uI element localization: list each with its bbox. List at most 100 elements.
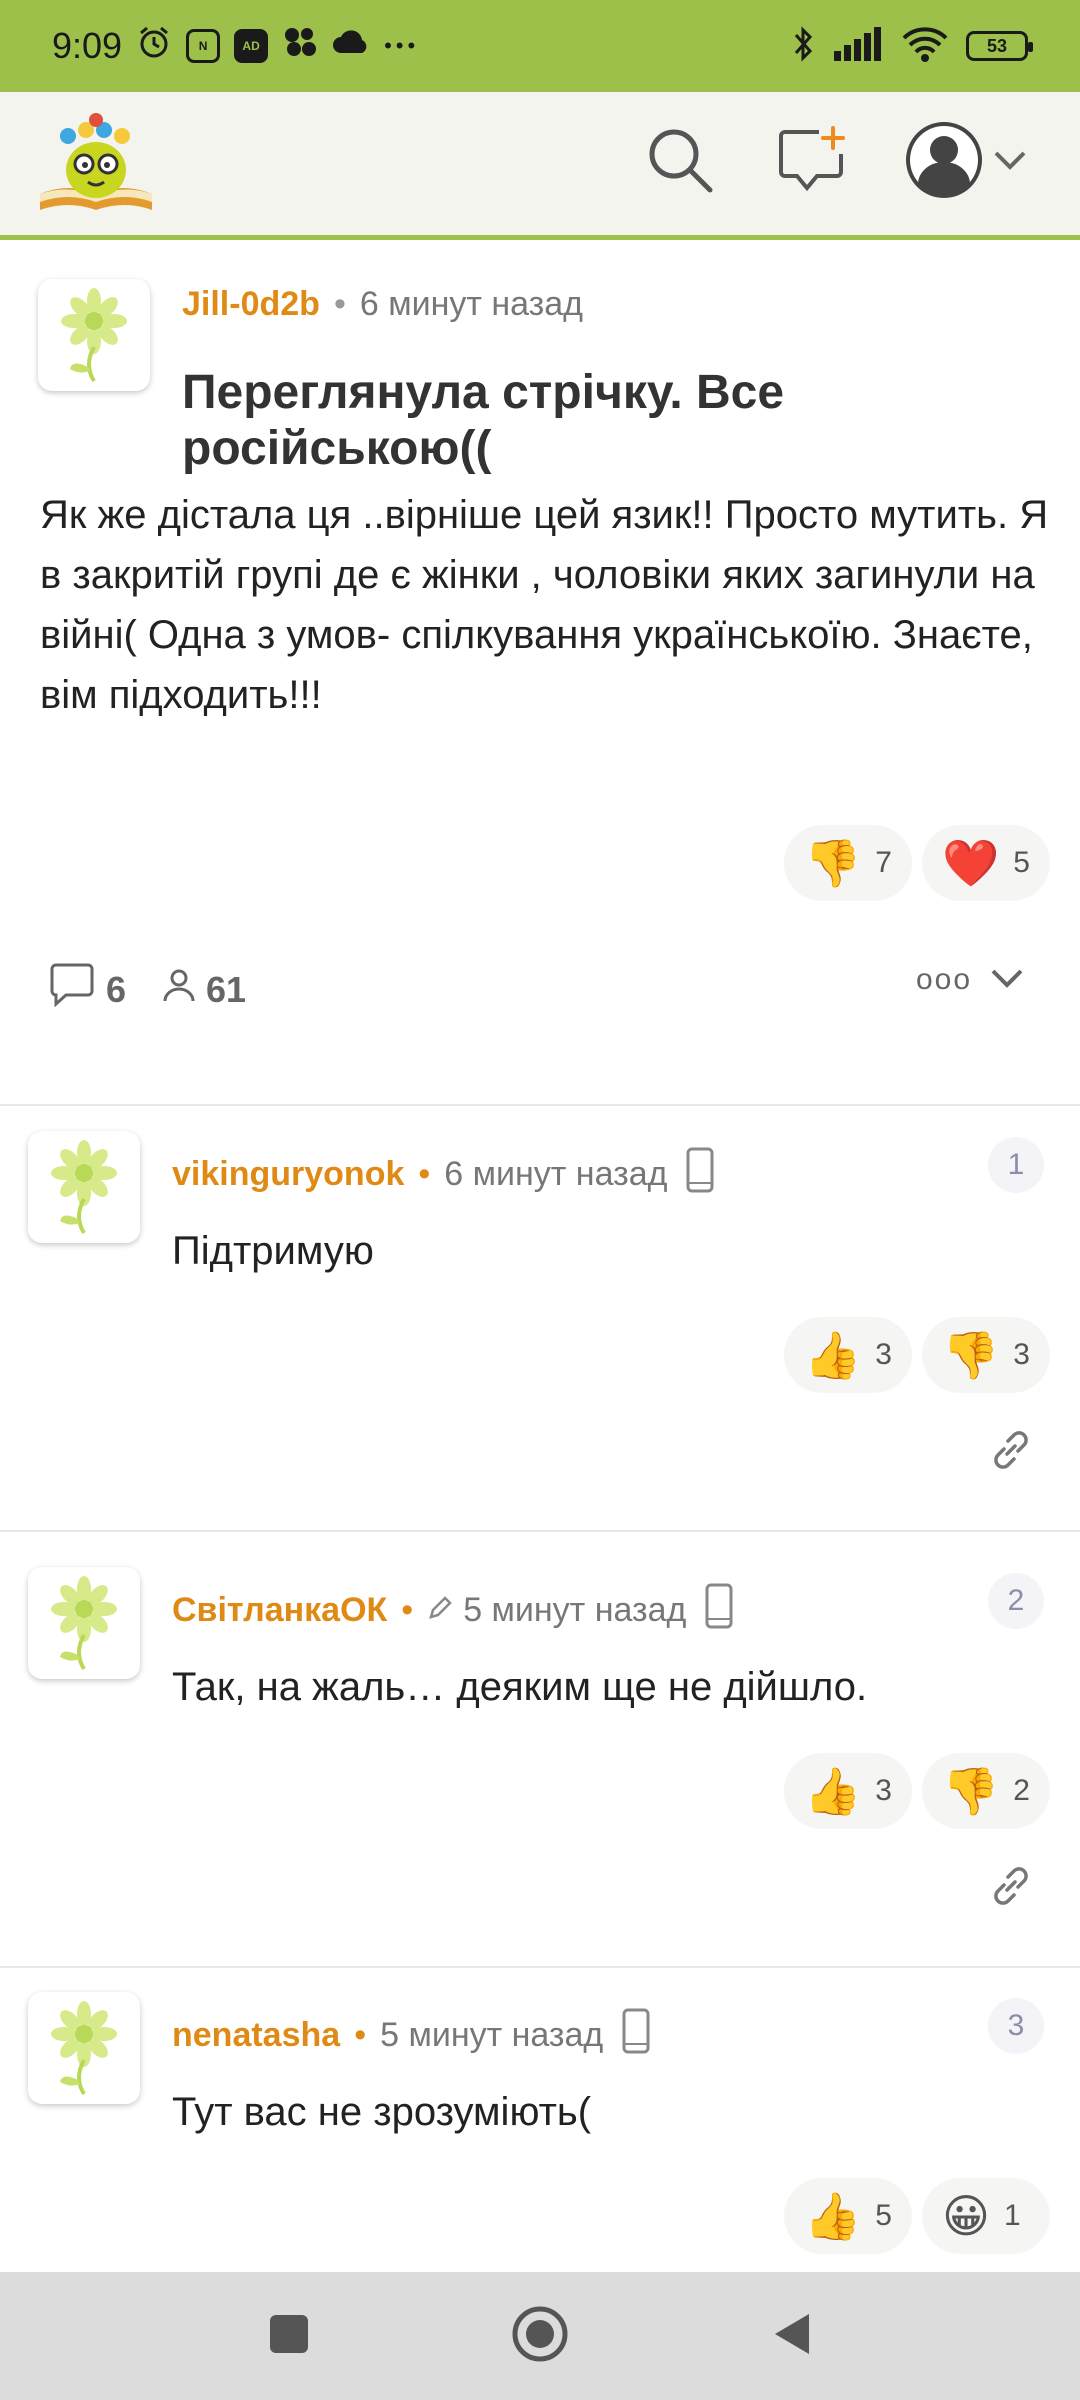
post-body: Як же дістала ця ..вірніше цей язик!! Пр… — [40, 493, 1049, 717]
post-title: Переглянула стрічку. Все російською(( — [182, 366, 785, 475]
viewers-count: 61 — [162, 967, 246, 1012]
link-icon — [994, 1867, 1028, 1905]
comment-number-badge[interactable]: 2 — [988, 1573, 1044, 1629]
reaction-smile-button[interactable]: 😀 1 — [922, 2178, 1050, 2254]
wifi-icon — [902, 26, 948, 67]
system-navigation-bar — [0, 2272, 1080, 2400]
comment-reactions: 👍 3 👎 2 — [784, 1753, 1050, 1829]
edited-pencil-icon — [427, 1591, 453, 1630]
comment-author-avatar[interactable] — [28, 1131, 140, 1243]
reaction-count: 5 — [1013, 846, 1030, 879]
reaction-count: 3 — [1013, 1338, 1030, 1371]
mobile-device-icon — [685, 1147, 715, 1202]
thumbs-up-icon: 👍 — [804, 2190, 862, 2242]
divider — [0, 1104, 1080, 1106]
bluetooth-icon — [792, 25, 816, 68]
post-reactions: 👎 7 ❤️ 5 — [784, 825, 1050, 901]
signal-icon — [834, 26, 884, 66]
nfc-icon: N — [186, 29, 221, 63]
chevron-down-icon — [993, 149, 1027, 176]
comment-meta: vikinguryonok • 6 минут назад — [172, 1147, 715, 1202]
post-more-button[interactable]: ooo — [916, 963, 972, 997]
comment-meta: nenatasha • 5 минут назад — [172, 2008, 651, 2063]
post-meta: Jill-0d2b • 6 минут назад — [182, 285, 583, 324]
more-notifications-icon: ••• — [384, 33, 420, 58]
user-avatar-icon — [904, 120, 984, 205]
app-cluster-icon — [282, 25, 318, 67]
comment-reactions: 👍 3 👎 3 — [784, 1317, 1050, 1393]
comment-time[interactable]: 5 минут назад — [463, 1591, 686, 1630]
comment-author[interactable]: СвітланкаОК — [172, 1591, 387, 1630]
square-icon — [270, 2314, 308, 2353]
reaction-dislike-button[interactable]: 👎 3 — [922, 1317, 1050, 1393]
new-topic-button[interactable] — [772, 122, 852, 202]
battery-indicator: 53 — [966, 31, 1033, 61]
comment-reactions: 👍 5 😀 1 — [784, 2178, 1050, 2254]
person-icon — [162, 967, 196, 1012]
post-stats: 6 61 — [48, 963, 282, 1016]
thumbs-down-icon: 👎 — [942, 1329, 1000, 1381]
flower-icon — [51, 2001, 117, 2096]
comment-time[interactable]: 5 минут назад — [380, 2016, 603, 2055]
post-collapse-button[interactable] — [990, 967, 1024, 994]
comment-link-button[interactable] — [986, 1861, 1036, 1911]
online-dot: • — [354, 2016, 367, 2054]
recent-apps-button[interactable] — [267, 2312, 311, 2361]
search-icon — [645, 125, 715, 200]
reaction-like-button[interactable]: 👍 3 — [784, 1317, 912, 1393]
status-bar: 9:09 N AD ••• 53 — [0, 0, 1080, 92]
comment-text: Тут вас не зрозуміють( — [172, 2090, 592, 2134]
status-time: 9:09 — [52, 25, 123, 66]
thumbs-down-icon: 👎 — [942, 1765, 1000, 1817]
comments-count[interactable]: 6 — [48, 963, 126, 1016]
alarm-icon — [136, 24, 172, 68]
comment-link-button[interactable] — [986, 1425, 1036, 1475]
reaction-dislike-button[interactable]: 👎 2 — [922, 1753, 1050, 1829]
app-header — [0, 92, 1080, 240]
post-time[interactable]: 6 минут назад — [360, 285, 583, 324]
search-button[interactable] — [640, 122, 720, 202]
thumbs-up-icon: 👍 — [804, 1765, 862, 1817]
site-logo[interactable] — [34, 106, 158, 218]
comment-author-avatar[interactable] — [28, 1992, 140, 2104]
reaction-count: 7 — [875, 846, 892, 879]
comment-author-avatar[interactable] — [28, 1567, 140, 1679]
author-avatar[interactable] — [38, 279, 150, 391]
reaction-count: 3 — [875, 1774, 892, 1807]
mobile-device-icon — [621, 2008, 651, 2063]
chevron-down-icon — [990, 969, 1024, 993]
back-button[interactable] — [769, 2310, 813, 2363]
post-author[interactable]: Jill-0d2b — [182, 285, 320, 324]
comment-number-badge[interactable]: 3 — [988, 1998, 1044, 2054]
comment-text: Так, на жаль… деяким ще не дійшло. — [172, 1665, 868, 1709]
reaction-like-button[interactable]: 👍 5 — [784, 2178, 912, 2254]
reaction-count: 5 — [875, 2199, 892, 2232]
comment-meta: СвітланкаОК • 5 минут назад — [172, 1583, 734, 1638]
reaction-dislike-button[interactable]: 👎 7 — [784, 825, 912, 901]
flower-icon — [61, 288, 127, 383]
comment-author[interactable]: nenatasha — [172, 2016, 340, 2055]
link-icon — [994, 1431, 1028, 1469]
back-triangle-icon — [775, 2313, 809, 2354]
divider — [0, 1530, 1080, 1532]
user-menu-avatar[interactable] — [896, 120, 992, 205]
thumbs-up-icon: 👍 — [804, 1329, 862, 1381]
heart-icon: ❤️ — [942, 837, 1000, 889]
comment-number-badge[interactable]: 1 — [988, 1137, 1044, 1193]
comment-time[interactable]: 6 минут назад — [444, 1155, 667, 1194]
comment-author[interactable]: vikinguryonok — [172, 1155, 404, 1194]
mobile-device-icon — [704, 1583, 734, 1638]
reaction-like-button[interactable]: 👍 3 — [784, 1753, 912, 1829]
reaction-heart-button[interactable]: ❤️ 5 — [922, 825, 1050, 901]
smile-icon: 😀 — [942, 2190, 990, 2242]
comment-bubble-icon — [48, 963, 96, 1016]
home-button[interactable] — [511, 2305, 569, 2368]
reaction-count: 3 — [875, 1338, 892, 1371]
cloud-icon — [332, 29, 370, 63]
add-comment-icon — [777, 125, 847, 199]
comment-text: Підтримую — [172, 1229, 374, 1273]
status-system-icons: 53 — [792, 25, 1033, 68]
thumbs-down-icon: 👎 — [804, 837, 862, 889]
user-menu-toggle[interactable] — [992, 122, 1028, 202]
flower-icon — [51, 1576, 117, 1671]
